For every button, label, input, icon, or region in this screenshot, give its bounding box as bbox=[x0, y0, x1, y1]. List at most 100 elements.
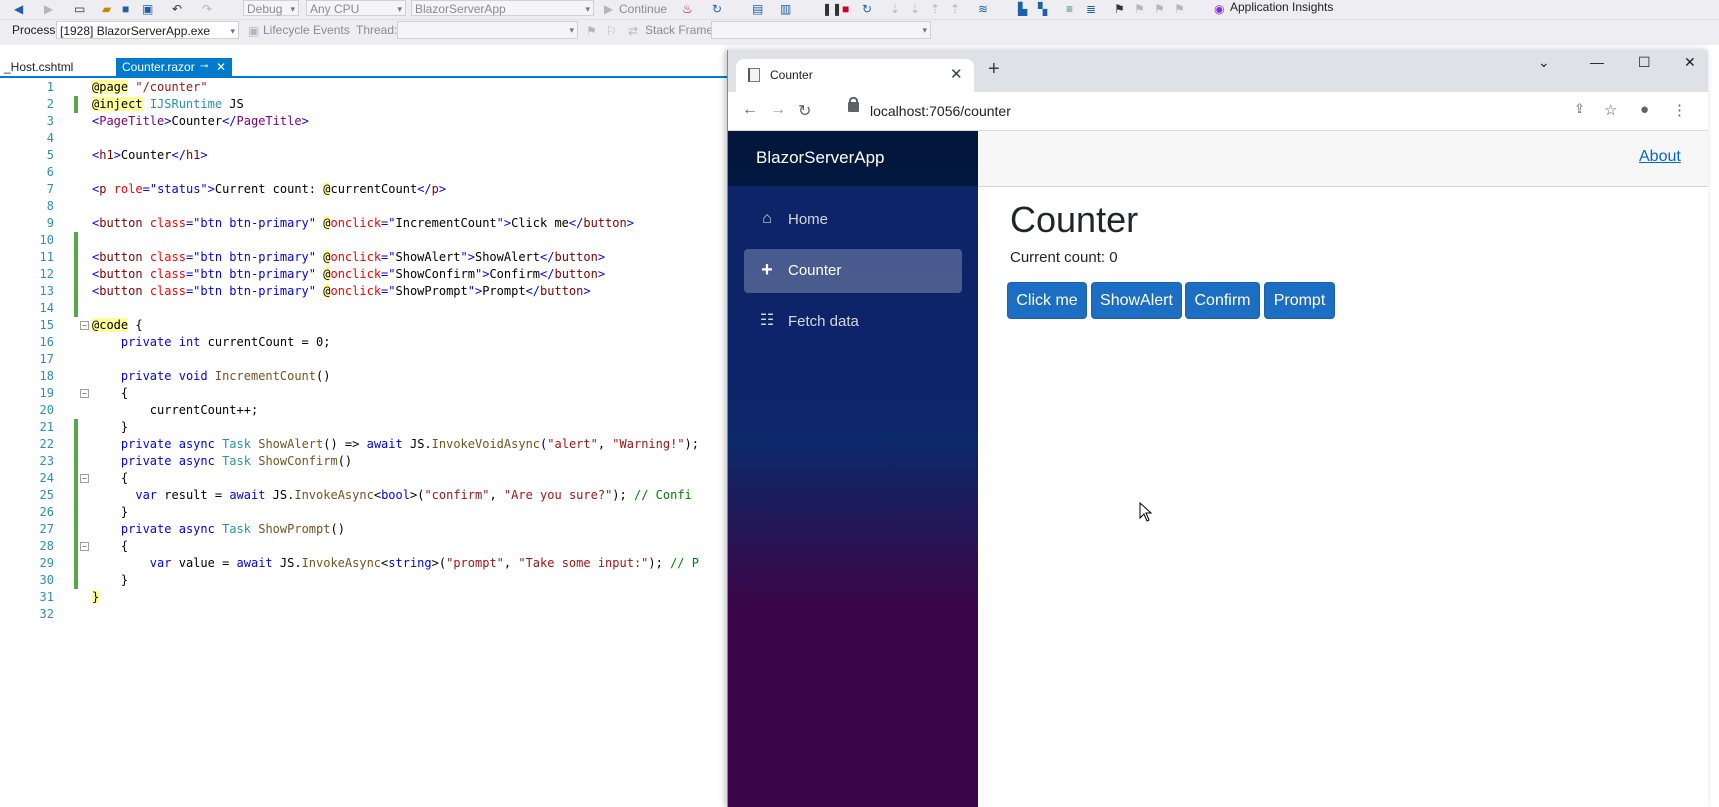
redo-icon[interactable]: ↷ bbox=[202, 2, 212, 16]
lifecycle-events-dropdown[interactable]: Lifecycle Events bbox=[263, 23, 350, 37]
collapse-icon[interactable]: − bbox=[80, 542, 89, 551]
toggle-icon[interactable]: ▙ bbox=[1018, 2, 1027, 16]
next-bookmark-icon[interactable]: ⚑ bbox=[1154, 2, 1165, 16]
back-icon[interactable]: ◀ bbox=[14, 2, 23, 16]
application-insights-button[interactable]: Application Insights bbox=[1230, 0, 1333, 14]
toggle-2-icon[interactable]: ▚ bbox=[1038, 2, 1047, 16]
show-alert-button[interactable]: ShowAlert bbox=[1091, 282, 1182, 319]
code-line: 6 bbox=[46, 165, 54, 179]
restart-icon[interactable]: ↻ bbox=[862, 2, 872, 16]
reload-icon[interactable]: ↻ bbox=[798, 101, 811, 121]
browser-toolbar: ← → ↻ localhost:7056/counter ⇪ ☆ ● ⋮ bbox=[728, 92, 1708, 131]
close-tab-icon[interactable]: ✕ bbox=[950, 65, 963, 83]
new-item-icon[interactable]: ▭ bbox=[74, 2, 85, 16]
pin-icon[interactable]: ⊸ bbox=[200, 58, 208, 76]
minimize-icon[interactable]: — bbox=[1590, 54, 1604, 70]
sidebar-item-label: Counter bbox=[788, 262, 842, 279]
collapse-icon[interactable]: − bbox=[80, 389, 89, 398]
current-count-text: Current count: 0 bbox=[1010, 249, 1118, 266]
profile-icon[interactable]: ● bbox=[1640, 101, 1649, 118]
hot-reload-icon[interactable]: ♨ bbox=[682, 2, 693, 16]
sidebar-item-counter[interactable]: + Counter bbox=[744, 249, 962, 293]
thread-dropdown[interactable] bbox=[397, 21, 578, 39]
clear-bookmark-icon[interactable]: ⚑ bbox=[1174, 2, 1185, 16]
tab-counter-razor[interactable]: Counter.razor ⊸ ✕ bbox=[116, 58, 232, 76]
menu-icon[interactable]: ⋮ bbox=[1672, 101, 1687, 119]
tab-host-cshtml[interactable]: _Host.cshtml bbox=[0, 58, 77, 76]
browser-window: Counter ✕ + ⌄ — ☐ ✕ ← → ↻ localhost:7056… bbox=[727, 50, 1708, 807]
list-icon: ☷ bbox=[759, 312, 775, 329]
sidebar-item-label: Home bbox=[788, 211, 829, 228]
save-icon[interactable]: ■ bbox=[122, 2, 129, 16]
sidebar-brand-row: BlazorServerApp bbox=[728, 131, 978, 186]
collapse-icon[interactable]: − bbox=[80, 474, 89, 483]
show-threads-icon[interactable]: ≋ bbox=[978, 2, 988, 16]
step-out-icon[interactable]: ⇡ bbox=[930, 2, 940, 16]
lifecycle-icon: ▣ bbox=[248, 24, 260, 38]
address-bar[interactable]: localhost:7056/counter bbox=[870, 103, 1011, 119]
step-over-icon[interactable]: ⇣ bbox=[910, 2, 920, 16]
forward-icon[interactable]: → bbox=[770, 101, 786, 119]
stack-frame-dropdown[interactable] bbox=[711, 21, 931, 39]
forward-icon[interactable]: ▶ bbox=[44, 2, 53, 16]
browser-tab-title: Counter bbox=[770, 68, 813, 82]
collapse-icon[interactable]: − bbox=[80, 321, 89, 330]
code-editor[interactable]: 1 @page "/counter" 2 @inject IJSRuntime JS… bbox=[0, 78, 727, 807]
undo-icon[interactable]: ↶ bbox=[172, 2, 182, 16]
step-into-icon[interactable]: ⇣ bbox=[890, 2, 900, 16]
code-line: 8 bbox=[46, 199, 54, 213]
process-dropdown[interactable]: [1928] BlazorServerApp.exe bbox=[56, 21, 239, 40]
bookmark-icon[interactable]: ⚑ bbox=[1114, 2, 1125, 16]
close-window-icon[interactable]: ✕ bbox=[1684, 54, 1696, 71]
uncomment-icon[interactable]: ≣ bbox=[1086, 2, 1096, 16]
prompt-button[interactable]: Prompt bbox=[1264, 282, 1335, 319]
chevron-down-icon[interactable]: ⌄ bbox=[1538, 54, 1550, 71]
star-icon[interactable]: ☆ bbox=[1604, 101, 1617, 119]
code-line: 12 <button class="btn btn-primary" @oncli… bbox=[39, 266, 606, 283]
code-line: 2 @inject IJSRuntime JS bbox=[46, 96, 244, 113]
code-line: 9 <button class="btn btn-primary" @onclic… bbox=[46, 216, 634, 230]
continue-icon[interactable]: ▶ bbox=[604, 2, 613, 16]
share-icon[interactable]: ⇪ bbox=[1574, 101, 1585, 117]
stop-icon[interactable]: ■ bbox=[842, 2, 849, 16]
startup-project-dropdown[interactable]: BlazorServerApp bbox=[411, 0, 594, 17]
maximize-icon[interactable]: ☐ bbox=[1638, 54, 1651, 71]
sidebar-item-fetch-data[interactable]: ☷ Fetch data bbox=[744, 300, 962, 344]
code-line: 21 } bbox=[39, 419, 129, 436]
save-all-icon[interactable]: ▣ bbox=[142, 2, 153, 16]
flag-icon[interactable]: ⚑ bbox=[586, 24, 597, 38]
pause-icon[interactable]: ❚❚ bbox=[822, 2, 842, 16]
home-icon: ⌂ bbox=[762, 210, 772, 227]
code-line: 22 private async Task ShowAlert() => awa… bbox=[39, 436, 699, 453]
code-line: 18 private void IncrementCount() bbox=[39, 369, 331, 383]
stack-frame-label: Stack Frame: bbox=[645, 23, 717, 37]
confirm-button[interactable]: Confirm bbox=[1185, 282, 1260, 319]
back-icon[interactable]: ← bbox=[742, 101, 758, 119]
lightbulb-icon[interactable]: ◉ bbox=[1214, 2, 1224, 16]
code-line: 32 bbox=[39, 607, 54, 621]
code-line: 20 currentCount++; bbox=[39, 403, 259, 417]
browser-tab[interactable]: Counter ✕ bbox=[736, 59, 974, 92]
refresh-icon[interactable]: ↻ bbox=[712, 2, 722, 16]
about-link[interactable]: About bbox=[1639, 148, 1681, 166]
filter-icon[interactable]: ⚐ bbox=[606, 24, 617, 38]
prev-bookmark-icon[interactable]: ⚑ bbox=[1134, 2, 1145, 16]
code-line: 7 <p role="status">Current count: @curren… bbox=[46, 182, 447, 196]
browse-icon[interactable]: ▤ bbox=[752, 2, 763, 16]
comment-icon[interactable]: ≡ bbox=[1066, 2, 1073, 16]
debug-location-toolbar: Process: [1928] BlazorServerApp.exe ▣ Li… bbox=[0, 20, 1719, 45]
platform-dropdown[interactable]: Any CPU bbox=[306, 0, 406, 17]
lock-icon[interactable] bbox=[848, 97, 859, 112]
code-line: 25 var result = await JS.InvokeAsync<boo… bbox=[39, 487, 692, 504]
code-line: 30 } bbox=[39, 572, 129, 589]
click-me-button[interactable]: Click me bbox=[1007, 282, 1087, 319]
step-back-icon[interactable]: ⇡ bbox=[950, 2, 960, 16]
diagnostics-icon[interactable]: ▥ bbox=[780, 2, 791, 16]
configuration-dropdown[interactable]: Debug bbox=[243, 0, 299, 17]
continue-button[interactable]: Continue bbox=[619, 2, 667, 16]
sidebar-item-home[interactable]: ⌂ Home bbox=[744, 198, 962, 242]
close-icon[interactable]: ✕ bbox=[216, 58, 226, 76]
brand-link[interactable]: BlazorServerApp bbox=[756, 148, 885, 168]
open-folder-icon[interactable]: ▰ bbox=[102, 2, 111, 16]
new-tab-icon[interactable]: + bbox=[988, 58, 1000, 81]
